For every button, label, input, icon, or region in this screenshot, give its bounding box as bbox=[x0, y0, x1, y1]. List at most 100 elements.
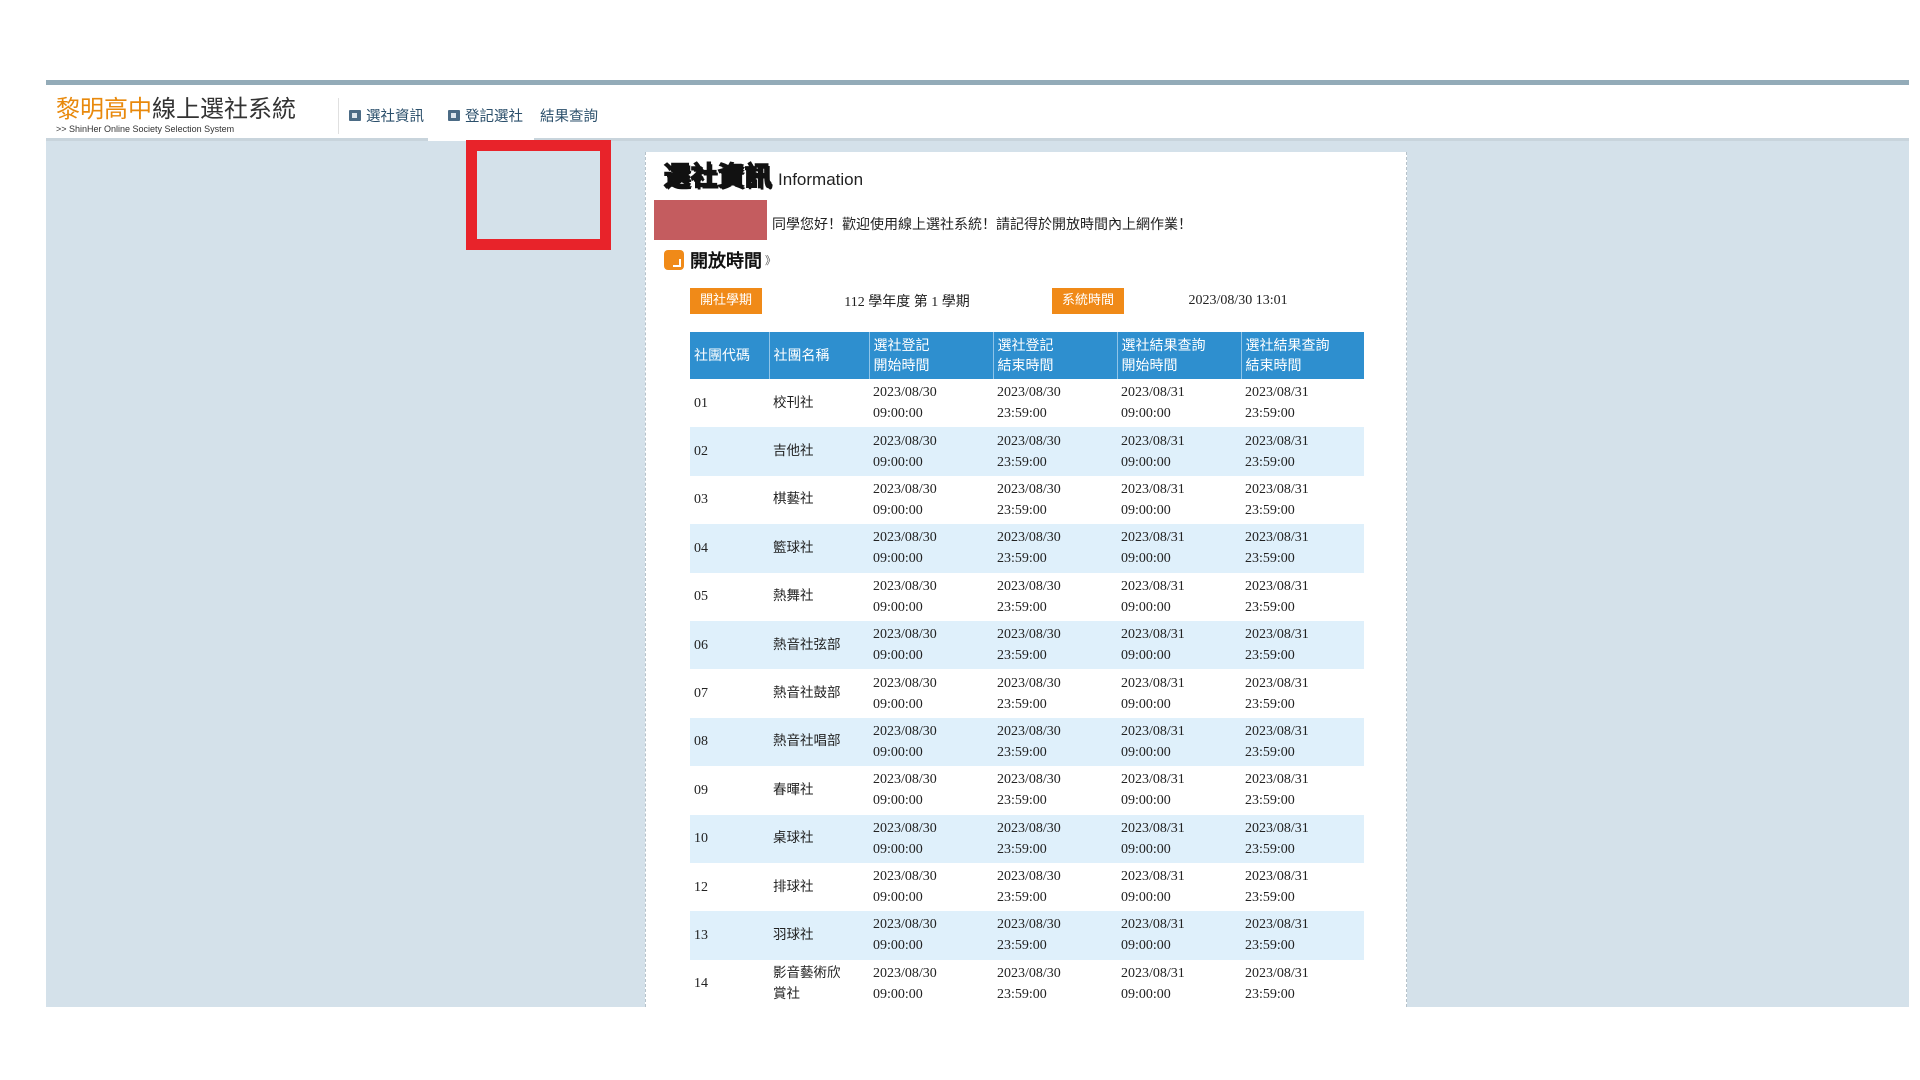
section-title: 開放時間 bbox=[690, 251, 762, 272]
result-start-cell: 2023/08/31 09:00:00 bbox=[1117, 524, 1241, 573]
club-code-cell: 01 bbox=[690, 379, 769, 428]
result-end-cell: 2023/08/31 23:59:00 bbox=[1241, 959, 1364, 1007]
register-start-cell: 2023/08/30 09:00:00 bbox=[869, 379, 993, 428]
header-register-end: 選社登記 結束時間 bbox=[993, 332, 1118, 379]
result-start-cell: 2023/08/31 09:00:00 bbox=[1117, 572, 1241, 621]
club-name-cell: 羽球社 bbox=[769, 911, 869, 960]
section-bullet-icon bbox=[664, 250, 684, 270]
table-row: 01 校刊社 2023/08/30 09:00:00 2023/08/30 23:59:0… bbox=[690, 379, 1364, 428]
nav-item-result-query[interactable]: 結果查詢 bbox=[534, 90, 644, 141]
club-name-cell: 棋藝社 bbox=[769, 475, 869, 525]
table-row: 05 熱舞社 2023/08/30 09:00:00 2023/08/30 23:59:0… bbox=[690, 572, 1364, 621]
club-name-cell: 熱音社鼓部 bbox=[769, 669, 869, 718]
app-window: 黎明高中線上選社系統 >> ShinHer Online Society Sel… bbox=[46, 80, 1909, 1007]
document-icon bbox=[349, 110, 361, 121]
result-start-cell: 2023/08/31 09:00:00 bbox=[1117, 427, 1241, 476]
result-end-cell: 2023/08/31 23:59:00 bbox=[1241, 862, 1364, 912]
register-end-cell: 2023/08/30 23:59:00 bbox=[993, 959, 1117, 1007]
club-schedule-table: 社團代碼 社團名稱 選社登記 開始時間 選社登記 結束時間 選社結果查詢 開始時間 選社結果查詢… bbox=[690, 332, 1364, 1007]
register-end-cell: 2023/08/30 23:59:00 bbox=[993, 911, 1117, 960]
register-end-cell: 2023/08/30 23:59:00 bbox=[993, 814, 1117, 863]
club-code-cell: 05 bbox=[690, 572, 769, 621]
club-code-cell: 08 bbox=[690, 717, 769, 767]
nav-item-register-club[interactable]: 登記選社 bbox=[428, 90, 534, 141]
logo-title: 黎明高中線上選社系統 bbox=[56, 95, 331, 123]
register-end-cell: 2023/08/30 23:59:00 bbox=[993, 862, 1117, 912]
register-start-cell: 2023/08/30 09:00:00 bbox=[869, 572, 993, 621]
table-row: 07 熱音社鼓部 2023/08/30 09:00:00 2023/08/30 23:59… bbox=[690, 669, 1364, 718]
header-club-name: 社團名稱 bbox=[769, 332, 870, 379]
result-end-cell: 2023/08/31 23:59:00 bbox=[1241, 379, 1364, 428]
result-end-cell: 2023/08/31 23:59:00 bbox=[1241, 717, 1364, 767]
table-row: 04 籃球社 2023/08/30 09:00:00 2023/08/30 23:59:0… bbox=[690, 524, 1364, 573]
club-code-cell: 13 bbox=[690, 911, 769, 960]
club-code-cell: 02 bbox=[690, 427, 769, 476]
club-code-cell: 04 bbox=[690, 524, 769, 573]
table-row: 02 吉他社 2023/08/30 09:00:00 2023/08/30 23:59:0… bbox=[690, 427, 1364, 476]
highlight-annotation-box bbox=[466, 140, 611, 250]
table-row: 12 排球社 2023/08/30 09:00:00 2023/08/30 23:59:0… bbox=[690, 862, 1364, 912]
club-name-cell: 排球社 bbox=[769, 862, 869, 912]
result-end-cell: 2023/08/31 23:59:00 bbox=[1241, 572, 1364, 621]
header-result-end: 選社結果查詢 結束時間 bbox=[1241, 332, 1364, 379]
result-end-cell: 2023/08/31 23:59:00 bbox=[1241, 766, 1364, 815]
result-start-cell: 2023/08/31 09:00:00 bbox=[1117, 379, 1241, 428]
result-end-cell: 2023/08/31 23:59:00 bbox=[1241, 475, 1364, 525]
result-end-cell: 2023/08/31 23:59:00 bbox=[1241, 524, 1364, 573]
result-end-cell: 2023/08/31 23:59:00 bbox=[1241, 911, 1364, 960]
result-start-cell: 2023/08/31 09:00:00 bbox=[1117, 814, 1241, 863]
club-name-cell: 桌球社 bbox=[769, 814, 869, 863]
table-row: 03 棋藝社 2023/08/30 09:00:00 2023/08/30 23:59:0… bbox=[690, 475, 1364, 525]
club-code-cell: 12 bbox=[690, 862, 769, 912]
table-row: 14 影音藝術欣 賞社 2023/08/30 09:00:00 2023/08/30 23:… bbox=[690, 959, 1364, 1007]
register-end-cell: 2023/08/30 23:59:00 bbox=[993, 572, 1117, 621]
result-end-cell: 2023/08/31 23:59:00 bbox=[1241, 669, 1364, 718]
table-header-row: 社團代碼 社團名稱 選社登記 開始時間 選社登記 結束時間 選社結果查詢 開始時間 選社結果查詢… bbox=[690, 332, 1364, 379]
register-start-cell: 2023/08/30 09:00:00 bbox=[869, 524, 993, 573]
nav-item-label: 結果查詢 bbox=[540, 109, 598, 125]
register-start-cell: 2023/08/30 09:00:00 bbox=[869, 814, 993, 863]
document-icon bbox=[448, 110, 460, 121]
register-start-cell: 2023/08/30 09:00:00 bbox=[869, 766, 993, 815]
nav-item-label: 登記選社 bbox=[465, 109, 523, 125]
club-name-cell: 熱音社唱部 bbox=[769, 717, 869, 767]
nav-item-label: 選社資訊 bbox=[366, 109, 424, 125]
result-end-cell: 2023/08/31 23:59:00 bbox=[1241, 427, 1364, 476]
register-end-cell: 2023/08/30 23:59:00 bbox=[993, 669, 1117, 718]
main-nav: 選社資訊 登記選社 結果查詢 bbox=[338, 90, 644, 141]
register-end-cell: 2023/08/30 23:59:00 bbox=[993, 620, 1117, 670]
club-name-cell: 籃球社 bbox=[769, 524, 869, 573]
result-start-cell: 2023/08/31 09:00:00 bbox=[1117, 717, 1241, 767]
register-end-cell: 2023/08/30 23:59:00 bbox=[993, 524, 1117, 573]
logo-system-name: 線上選社系統 bbox=[152, 95, 296, 123]
result-start-cell: 2023/08/31 09:00:00 bbox=[1117, 475, 1241, 525]
header-register-start: 選社登記 開始時間 bbox=[869, 332, 994, 379]
club-code-cell: 10 bbox=[690, 814, 769, 863]
content-panel: 選社資訊 Information 同學您好！歡迎使用線上選社系統！請記得於開放時… bbox=[645, 152, 1407, 1007]
club-name-cell: 春暉社 bbox=[769, 766, 869, 815]
nav-item-club-info[interactable]: 選社資訊 bbox=[339, 90, 428, 141]
page-title: 選社資訊 Information bbox=[663, 161, 863, 193]
result-end-cell: 2023/08/31 23:59:00 bbox=[1241, 620, 1364, 670]
club-code-cell: 14 bbox=[690, 959, 769, 1007]
register-end-cell: 2023/08/30 23:59:00 bbox=[993, 717, 1117, 767]
register-start-cell: 2023/08/30 09:00:00 bbox=[869, 475, 993, 525]
register-start-cell: 2023/08/30 09:00:00 bbox=[869, 717, 993, 767]
result-start-cell: 2023/08/31 09:00:00 bbox=[1117, 959, 1241, 1007]
register-end-cell: 2023/08/30 23:59:00 bbox=[993, 766, 1117, 815]
result-start-cell: 2023/08/31 09:00:00 bbox=[1117, 911, 1241, 960]
system-time-label: 系統時間 bbox=[1052, 288, 1125, 314]
redacted-student-name bbox=[654, 200, 767, 240]
register-start-cell: 2023/08/30 09:00:00 bbox=[869, 427, 993, 476]
table-row: 08 熱音社唱部 2023/08/30 09:00:00 2023/08/30 23:59… bbox=[690, 717, 1364, 767]
site-logo[interactable]: 黎明高中線上選社系統 >> ShinHer Online Society Sel… bbox=[56, 95, 331, 134]
club-name-cell: 影音藝術欣 賞社 bbox=[769, 959, 869, 1007]
result-start-cell: 2023/08/31 09:00:00 bbox=[1117, 766, 1241, 815]
register-start-cell: 2023/08/30 09:00:00 bbox=[869, 911, 993, 960]
club-code-cell: 03 bbox=[690, 475, 769, 525]
site-header: 黎明高中線上選社系統 >> ShinHer Online Society Sel… bbox=[46, 85, 1909, 141]
table-header: 社團代碼 社團名稱 選社登記 開始時間 選社登記 結束時間 選社結果查詢 開始時間 選社結果查詢… bbox=[690, 332, 1364, 379]
register-start-cell: 2023/08/30 09:00:00 bbox=[869, 620, 993, 670]
result-start-cell: 2023/08/31 09:00:00 bbox=[1117, 862, 1241, 912]
result-end-cell: 2023/08/31 23:59:00 bbox=[1241, 814, 1364, 863]
